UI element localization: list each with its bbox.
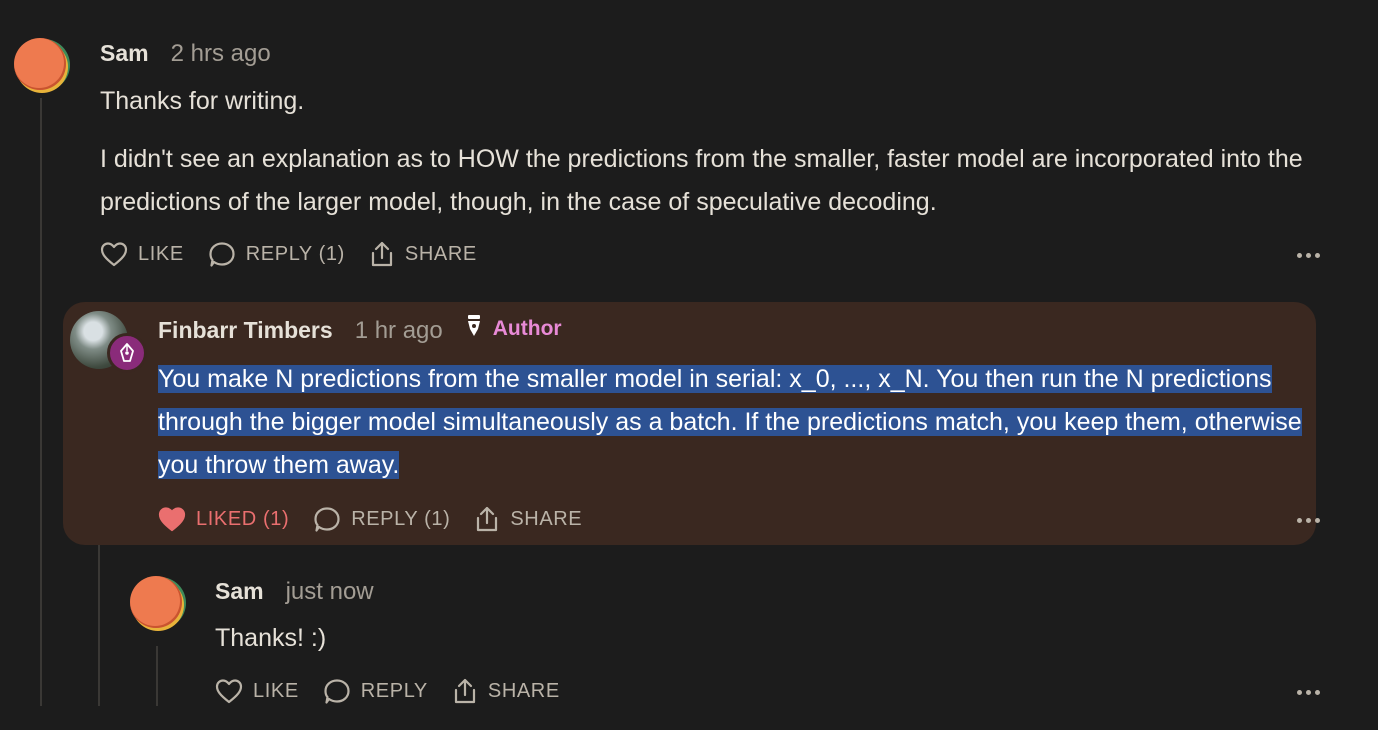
more-options-icon[interactable] xyxy=(1297,690,1320,695)
like-button[interactable]: LIKE xyxy=(215,678,299,704)
share-label: SHARE xyxy=(404,242,477,265)
reply-label: REPLY xyxy=(360,679,428,702)
comment-paragraph: Thanks for writing. xyxy=(100,87,305,115)
thread-line xyxy=(40,98,42,706)
avatar[interactable] xyxy=(14,38,66,90)
like-label: LIKED (1) xyxy=(196,507,290,530)
share-button[interactable]: SHARE xyxy=(369,240,477,268)
comment-header: Sam just now xyxy=(215,578,374,606)
heart-icon xyxy=(100,241,128,267)
speech-bubble-icon xyxy=(323,678,351,704)
author-badge-icon xyxy=(107,333,147,373)
like-button[interactable]: LIKED (1) xyxy=(158,506,289,532)
reply-label: REPLY (1) xyxy=(351,507,451,530)
reply-label: REPLY (1) xyxy=(245,242,345,265)
comment-author[interactable]: Sam xyxy=(215,578,264,605)
share-label: SHARE xyxy=(487,679,560,702)
comment-author[interactable]: Sam xyxy=(100,40,149,67)
reply-button[interactable]: REPLY (1) xyxy=(208,241,345,267)
author-tag-label: Author xyxy=(492,317,562,340)
comment-header: Sam 2 hrs ago xyxy=(100,40,271,68)
like-label: LIKE xyxy=(253,679,299,702)
thread-line xyxy=(156,646,158,706)
avatar[interactable] xyxy=(130,576,182,628)
share-label: SHARE xyxy=(510,507,583,530)
comment-actions: LIKE REPLY (1) SHARE xyxy=(100,240,501,268)
selected-comment-text: You make N predictions from the smaller … xyxy=(158,365,1302,479)
like-button[interactable]: LIKE xyxy=(100,241,184,267)
comment-actions: LIKE REPLY SHARE xyxy=(215,677,584,705)
speech-bubble-icon xyxy=(208,241,236,267)
share-icon xyxy=(452,677,478,705)
share-button[interactable]: SHARE xyxy=(452,677,560,705)
comment-body: Thanks! :) xyxy=(215,617,1215,660)
comment-time[interactable]: just now xyxy=(286,578,374,606)
share-icon xyxy=(474,505,500,533)
heart-filled-icon xyxy=(158,506,186,532)
comment-paragraph: I didn't see an explanation as to HOW th… xyxy=(100,145,1303,216)
more-options-icon[interactable] xyxy=(1297,518,1320,523)
reply-button[interactable]: REPLY (1) xyxy=(313,506,450,532)
comment-author[interactable]: Finbarr Timbers xyxy=(158,317,333,344)
like-label: LIKE xyxy=(138,242,184,265)
comment-body: You make N predictions from the smaller … xyxy=(158,358,1314,487)
comment-paragraph: Thanks! :) xyxy=(215,624,327,652)
share-button[interactable]: SHARE xyxy=(474,505,582,533)
author-tag: Author xyxy=(465,314,562,344)
share-icon xyxy=(369,240,395,268)
comment-time[interactable]: 2 hrs ago xyxy=(171,40,271,68)
pen-nib-icon xyxy=(465,314,483,344)
comment-header: Finbarr Timbers 1 hr ago Author xyxy=(158,314,562,345)
comment-time[interactable]: 1 hr ago xyxy=(355,317,443,345)
comment-body: Thanks for writing. I didn't see an expl… xyxy=(100,80,1330,224)
more-options-icon[interactable] xyxy=(1297,253,1320,258)
reply-button[interactable]: REPLY xyxy=(323,678,428,704)
heart-icon xyxy=(215,678,243,704)
speech-bubble-icon xyxy=(313,506,341,532)
comment-actions: LIKED (1) REPLY (1) SHARE xyxy=(158,505,606,533)
